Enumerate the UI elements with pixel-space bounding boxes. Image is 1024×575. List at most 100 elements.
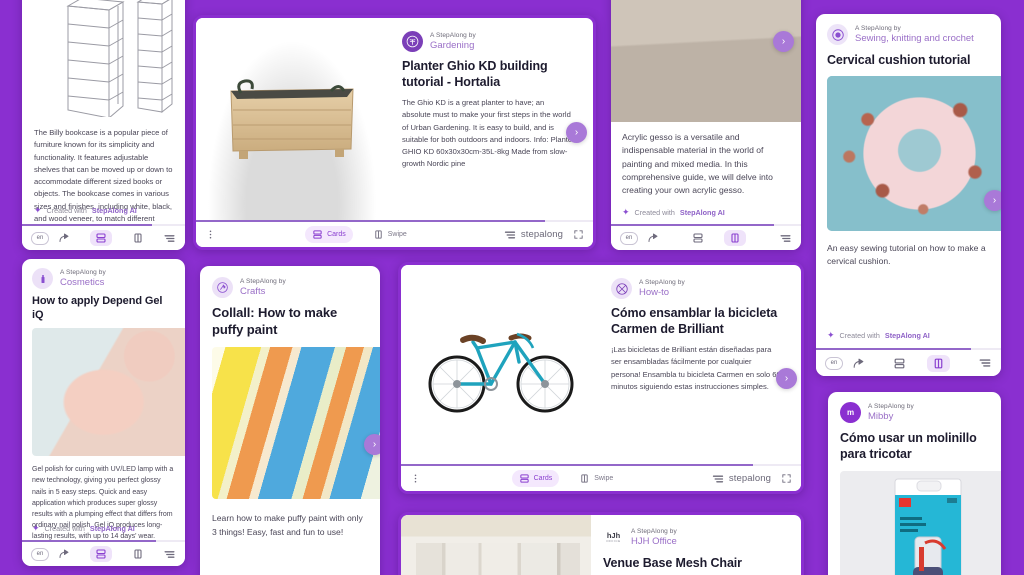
next-arrow-button[interactable]: › [984,190,1001,211]
card-toolbar[interactable]: Cards Swipe stepalong [196,222,593,247]
next-arrow-button[interactable]: › [773,31,794,52]
swipe-view-tab[interactable]: Swipe [572,470,620,487]
brand-logo-sub: OFFICE [606,538,621,543]
card-molinillo-tricotar[interactable]: m A StepAlong by Mibby Cómo usar un moli… [828,392,1001,575]
card-body: The Billy bookcase is a popular piece of… [22,0,185,224]
view-switcher[interactable]: Cards Swipe [305,226,414,243]
next-arrow-button[interactable]: › [566,122,587,143]
media-puffy-paint [212,347,380,500]
language-button[interactable]: en [825,356,843,370]
share-icon[interactable] [58,548,70,560]
brand-prefix: A StepAlong by [639,279,685,287]
brand-avatar-howto [611,278,632,299]
brand-avatar-gardening [402,31,423,52]
brand-name: Crafts [240,285,266,297]
cards-view-tab[interactable]: Cards [305,226,353,243]
card-body: A StepAlong by Crafts Collall: How to ma… [200,266,380,575]
card-toolbar[interactable]: en [22,226,185,250]
card-brand: A StepAlong by Crafts [212,277,368,298]
fullscreen-icon[interactable] [781,473,792,484]
card-description: Learn how to make puffy paint with only … [212,513,363,537]
sparkle-icon: ✦ [34,205,42,215]
share-icon[interactable] [58,232,70,244]
swipe-view-icon[interactable] [132,232,144,244]
brand-prefix: A StepAlong by [240,278,286,286]
bookcase-line-drawing-icon [66,0,173,117]
brand-name: How-to [639,286,670,298]
created-with-stepalong: ✦ Created with StepAlong AI [827,331,930,341]
card-toolbar[interactable]: en [611,226,801,250]
language-button[interactable]: en [31,231,49,245]
more-vertical-icon[interactable] [410,473,421,484]
card-title: Planter Ghio KD building tutorial - Hort… [402,59,548,89]
stacked-lines-icon[interactable] [163,233,176,244]
brand-name: HJH Office [631,535,677,547]
brand-avatar-sewing [827,24,848,45]
next-arrow-button[interactable]: › [776,368,797,389]
share-icon[interactable] [852,357,865,370]
language-button[interactable]: en [620,231,638,245]
brand-avatar-mibby: m [840,402,861,423]
stepalong-wordmark: stepalong [520,229,563,240]
stacked-lines-icon[interactable] [978,357,992,369]
brand-name: Cosmetics [60,276,105,288]
cards-view-icon[interactable] [692,232,704,244]
cards-view-icon[interactable] [893,357,906,370]
card-body: A StepAlong by Sewing, knitting and croc… [816,14,1001,348]
created-brand: StepAlong AI [679,208,725,217]
swipe-view-tab[interactable]: Swipe [366,226,414,243]
created-prefix: Created with [44,524,85,533]
card-acrylic-gesso[interactable]: › Acrylic gesso is a versatile and indis… [611,0,801,250]
sparkle-icon: ✦ [622,207,630,217]
card-brand: A StepAlong by How-to [611,278,783,299]
card-cervical-cushion[interactable]: A StepAlong by Sewing, knitting and croc… [816,14,1001,376]
card-title: Venue Base Mesh Chair [603,556,742,570]
swipe-view-icon[interactable] [927,354,950,372]
card-toolbar[interactable]: Cards Swipe stepalong [401,466,801,491]
fullscreen-icon[interactable] [573,229,584,240]
cards-view-icon[interactable] [89,546,112,562]
stepalong-logo: stepalong [711,473,771,484]
card-title: How to apply Depend Gel iQ [32,295,163,322]
created-with-stepalong: ✦ Created with StepAlong AI [32,524,135,534]
language-button[interactable]: en [31,547,49,561]
media-gesso: › [611,0,801,122]
view-switcher[interactable]: Cards Swipe [511,470,621,487]
swipe-view-label: Swipe [594,475,614,482]
swipe-view-icon[interactable] [724,230,746,246]
more-vertical-icon[interactable] [205,229,216,240]
brand-prefix: A StepAlong by [60,269,106,277]
card-billy-bookcase[interactable]: The Billy bookcase is a popular piece of… [22,0,185,250]
card-body: m A StepAlong by Mibby Cómo usar un moli… [828,392,1001,575]
swipe-view-icon[interactable] [132,548,144,560]
card-bicicleta-carmen[interactable]: A StepAlong by How-to Cómo ensamblar la … [398,262,804,494]
next-arrow-button[interactable]: › [364,434,380,455]
app-background: The Billy bookcase is a popular piece of… [0,0,1024,575]
brand-avatar-hjh-office: hJh OFFICE [603,527,624,548]
cards-view-tab[interactable]: Cards [511,470,560,487]
card-collall-puffy-paint[interactable]: A StepAlong by Crafts Collall: How to ma… [200,266,380,575]
stepalong-wordmark: stepalong [728,473,771,484]
brand-logo-text: m [846,408,855,417]
card-title: Cervical cushion tutorial [827,53,971,67]
card-depend-gel-iq[interactable]: A StepAlong by Cosmetics How to apply De… [22,259,185,566]
card-description: ¡Las bicicletas de Brilliant están diseñ… [611,345,781,391]
stacked-lines-icon[interactable] [163,549,176,560]
media-billy-bookcase [22,0,185,117]
brand-avatar-crafts [212,277,233,298]
card-planter-ghio[interactable]: A StepAlong by Gardening Planter Ghio KD… [193,15,596,250]
card-venue-base-mesh-chair[interactable]: hJh OFFICE A StepAlong by HJH Office Ven… [398,512,804,575]
created-prefix: Created with [46,206,87,215]
planter-box-illustration [230,78,354,159]
stacked-lines-icon[interactable] [779,233,792,244]
card-brand: A StepAlong by Gardening [402,31,575,52]
card-toolbar[interactable]: en [22,542,185,566]
nails-photo [32,328,185,457]
cards-view-icon[interactable] [89,230,112,246]
card-toolbar[interactable]: en [816,350,1001,376]
share-icon[interactable] [647,232,659,244]
brand-prefix: A StepAlong by [430,32,476,40]
card-brand: hJh OFFICE A StepAlong by HJH Office [603,527,783,548]
created-brand: StepAlong AI [91,206,137,215]
created-with-stepalong: ✦ Created with StepAlong AI [622,207,725,218]
